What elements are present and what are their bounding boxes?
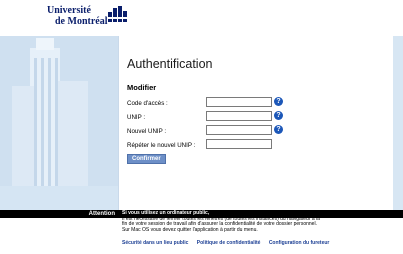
login-panel: Authentification Modifier Code d'accès :… xyxy=(118,36,393,210)
link-privacy-policy[interactable]: Politique de confidentialité xyxy=(197,240,261,246)
link-public-place-security[interactable]: Sécurité dans un lieu public xyxy=(122,240,188,246)
logo-line-2: de Montréal xyxy=(55,16,108,27)
link-browser-configuration[interactable]: Configuration du fureteur xyxy=(269,240,330,246)
form-row-access-code: Code d'accès : ? xyxy=(127,97,387,109)
header: Université de Montréal xyxy=(0,0,403,36)
repeat-new-unip-input[interactable] xyxy=(206,139,272,149)
public-computer-notice: Si vous utilisez un ordinateur public, I… xyxy=(122,210,398,233)
footer-links: Sécurité dans un lieu public Politique d… xyxy=(122,240,336,246)
access-code-input[interactable] xyxy=(206,97,272,107)
new-unip-help-icon[interactable]: ? xyxy=(274,125,283,134)
notice-line-3: Sur Mac OS vous devez quitter l'applicat… xyxy=(122,226,258,233)
form-row-repeat-new-unip: Répéter le nouvel UNIP : xyxy=(127,139,387,151)
access-code-label: Code d'accès : xyxy=(127,100,168,107)
repeat-new-unip-label: Répéter le nouvel UNIP : xyxy=(127,142,196,149)
universite-de-montreal-logo[interactable]: Université de Montréal xyxy=(47,5,137,33)
attention-label: Attention xyxy=(88,211,115,217)
form-row-new-unip: Nouvel UNIP : ? xyxy=(127,125,387,137)
section-subtitle: Modifier xyxy=(127,83,157,92)
access-code-help-icon[interactable]: ? xyxy=(274,97,283,106)
pavillon-tower-illustration xyxy=(0,36,118,210)
logo-wordmark: Université de Montréal xyxy=(47,5,108,27)
page-title: Authentification xyxy=(127,57,213,71)
unip-help-icon[interactable]: ? xyxy=(274,111,283,120)
new-unip-label: Nouvel UNIP : xyxy=(127,128,167,135)
unip-label: UNIP : xyxy=(127,114,146,121)
logo-tower-icon xyxy=(108,6,127,22)
attention-bar: Attention xyxy=(0,210,118,218)
form-row-unip: UNIP : ? xyxy=(127,111,387,123)
new-unip-input[interactable] xyxy=(206,125,272,135)
unip-input[interactable] xyxy=(206,111,272,121)
confirm-button[interactable]: Confirmer xyxy=(127,154,166,164)
logo-line-1: Université xyxy=(47,5,91,16)
